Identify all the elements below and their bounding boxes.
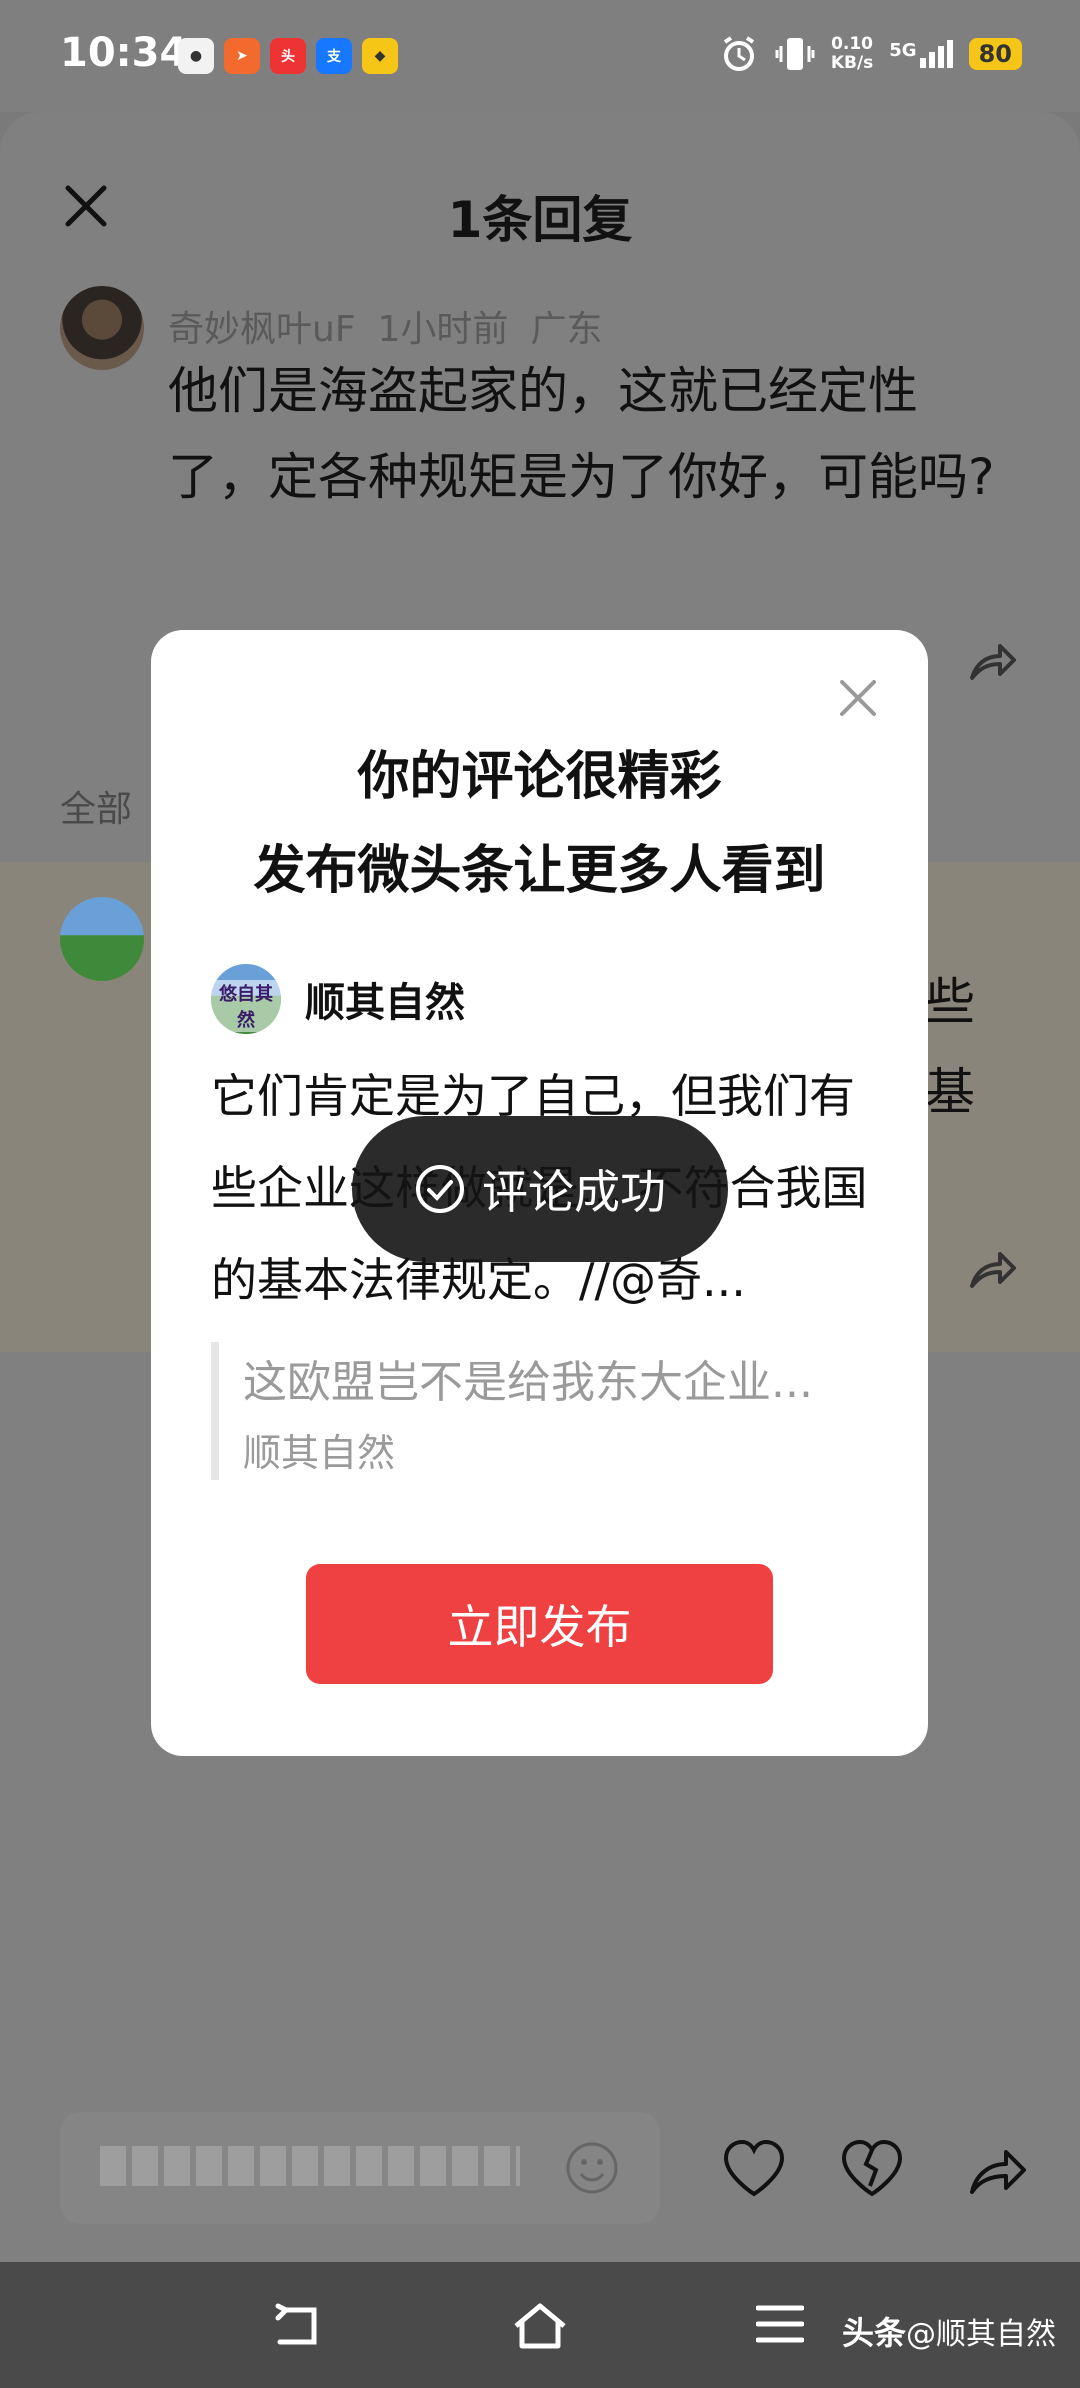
system-nav-bar: 头条@顺其自然 xyxy=(0,2262,1080,2388)
avatar[interactable] xyxy=(60,897,144,981)
quote-author: 顺其自然 xyxy=(243,1431,396,1475)
arrow-app-icon: ➤ xyxy=(224,38,260,74)
home-icon[interactable] xyxy=(512,2302,568,2350)
reply-text-peek: 基 xyxy=(925,1063,975,1121)
battery-indicator: 80 xyxy=(968,38,1022,70)
quote-text: 这欧盟岂不是给我东大企业... xyxy=(243,1357,813,1408)
share-icon[interactable] xyxy=(966,634,1018,686)
comment-input[interactable] xyxy=(60,2112,660,2224)
comment-author[interactable]: 奇妙枫叶uF xyxy=(168,309,356,350)
sheet-title: 1条回复 xyxy=(447,191,633,249)
status-bar: 10:34 ● ➤ 头 支 ◆ 0.10 KB/s 5G 80 xyxy=(0,0,1080,112)
publish-button[interactable]: 立即发布 xyxy=(306,1564,773,1684)
share-icon[interactable] xyxy=(966,2138,1030,2198)
comment-text: 他们是海盗起家的，这就已经定性了，定各种规矩是为了你好，可能吗? xyxy=(168,362,995,506)
input-placeholder xyxy=(100,2146,520,2186)
status-indicators: 0.10 KB/s 5G 80 xyxy=(719,34,1022,74)
app-icon: ◆ xyxy=(362,38,398,74)
quoted-comment: 这欧盟岂不是给我东大企业... 顺其自然 xyxy=(211,1342,859,1480)
dialog-username: 顺其自然 xyxy=(305,980,465,1026)
status-time: 10:34 xyxy=(60,30,188,76)
comment-time: 1小时前 xyxy=(377,309,509,350)
all-replies-label: 全部 xyxy=(60,789,133,830)
dialog-close-icon[interactable] xyxy=(838,678,878,718)
comment-meta: 奇妙枫叶uF 1小时前 广东 xyxy=(168,300,624,352)
vibrate-icon xyxy=(775,38,815,70)
reply-text-peek: 些 xyxy=(925,973,975,1031)
toast-text: 评论成功 xyxy=(482,1165,666,1219)
dialog-title: 你的评论很精彩 发布微头条让更多人看到 xyxy=(253,747,826,901)
alarm-icon xyxy=(723,36,754,71)
share-icon[interactable] xyxy=(966,1242,1018,1294)
app-icon: ● xyxy=(178,38,214,74)
menu-icon[interactable] xyxy=(756,2302,804,2346)
signal-indicator: 5G xyxy=(889,40,953,68)
comment-location: 广东 xyxy=(530,309,603,350)
heart-icon[interactable] xyxy=(722,2138,786,2198)
back-icon[interactable] xyxy=(272,2302,324,2350)
success-toast: 评论成功 xyxy=(352,1116,728,1262)
net-speed: 0.10 KB/s xyxy=(830,34,874,73)
status-app-icons: ● ➤ 头 支 ◆ xyxy=(178,38,398,74)
check-circle-icon xyxy=(416,1165,464,1213)
avatar: 悠自其然 xyxy=(211,964,281,1034)
watermark: 头条@顺其自然 xyxy=(841,2314,1056,2352)
toutiao-app-icon: 头 xyxy=(270,38,306,74)
dialog-user: 悠自其然 顺其自然 xyxy=(211,964,465,1034)
smile-icon[interactable] xyxy=(564,2140,620,2196)
sheet-header: 1条回复 xyxy=(0,170,1080,250)
avatar[interactable] xyxy=(60,286,144,370)
alipay-app-icon: 支 xyxy=(316,38,352,74)
broken-heart-icon[interactable] xyxy=(840,2138,904,2198)
